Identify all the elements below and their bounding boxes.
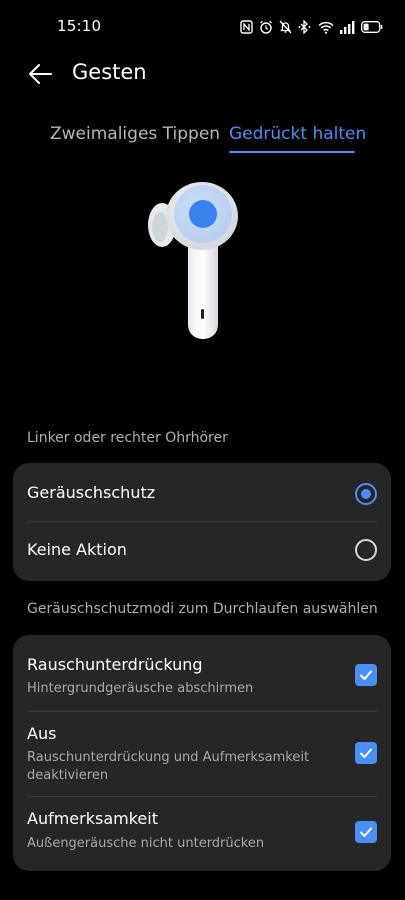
header: Gesten (0, 52, 405, 96)
mode-subtitle: Rauschunterdrückung und Aufmerksamkeit d… (27, 750, 310, 783)
earbud-illustration (148, 182, 238, 339)
status-bar: 15:10 (0, 0, 405, 52)
radio-unselected[interactable] (355, 539, 377, 561)
earbud-section-label: Linker oder rechter Ohrhörer (27, 430, 228, 446)
bottom-band (0, 884, 405, 900)
mode-noise-cancelling[interactable]: Rauschunterdrückung Hintergrundgeräusche… (13, 635, 391, 711)
mode-title: Aus (27, 724, 57, 743)
earbud-options-card: Geräuschschutz Keine Aktion (13, 463, 391, 581)
mode-title: Rauschunterdrückung (27, 655, 203, 674)
alarm-icon (260, 20, 272, 34)
arrow-left-icon[interactable] (26, 60, 54, 88)
option-label: Geräuschschutz (27, 483, 156, 502)
battery-icon (361, 21, 383, 33)
modes-section-label: Geräuschschutzmodi zum Durchlaufen auswä… (27, 601, 378, 617)
mode-title: Aufmerksamkeit (27, 809, 158, 828)
mode-subtitle: Außengeräusche nicht unterdrücken (27, 836, 265, 851)
option-label: Keine Aktion (27, 540, 127, 559)
check-icon (360, 748, 372, 758)
page-title: Gesten (72, 60, 147, 84)
option-noise-protection[interactable]: Geräuschschutz (13, 463, 391, 521)
checkbox-checked[interactable] (355, 742, 377, 764)
status-time: 15:10 (57, 17, 102, 35)
modes-card: Rauschunterdrückung Hintergrundgeräusche… (13, 635, 391, 871)
radio-selected[interactable] (355, 483, 377, 505)
mute-icon (279, 20, 292, 34)
nfc-icon (240, 20, 253, 34)
gesture-tabs: Zweimaliges Tippen Gedrückt halten (0, 124, 405, 156)
mode-awareness[interactable]: Aufmerksamkeit Außengeräusche nicht unte… (13, 796, 391, 871)
option-no-action[interactable]: Keine Aktion (13, 521, 391, 581)
mode-subtitle: Hintergrundgeräusche abschirmen (27, 681, 254, 696)
checkbox-checked[interactable] (355, 821, 377, 843)
status-icons (240, 17, 383, 37)
signal-icon (340, 20, 355, 34)
check-icon (360, 827, 372, 837)
tab-double-tap[interactable]: Zweimaliges Tippen (50, 124, 220, 154)
check-icon (360, 670, 372, 680)
checkbox-checked[interactable] (355, 664, 377, 686)
tab-press-hold[interactable]: Gedrückt halten (229, 124, 366, 154)
mode-off[interactable]: Aus Rauschunterdrückung und Aufmerksamke… (13, 711, 391, 796)
active-tab-indicator (229, 151, 355, 153)
bluetooth-icon (298, 20, 311, 34)
wifi-icon (318, 21, 334, 34)
